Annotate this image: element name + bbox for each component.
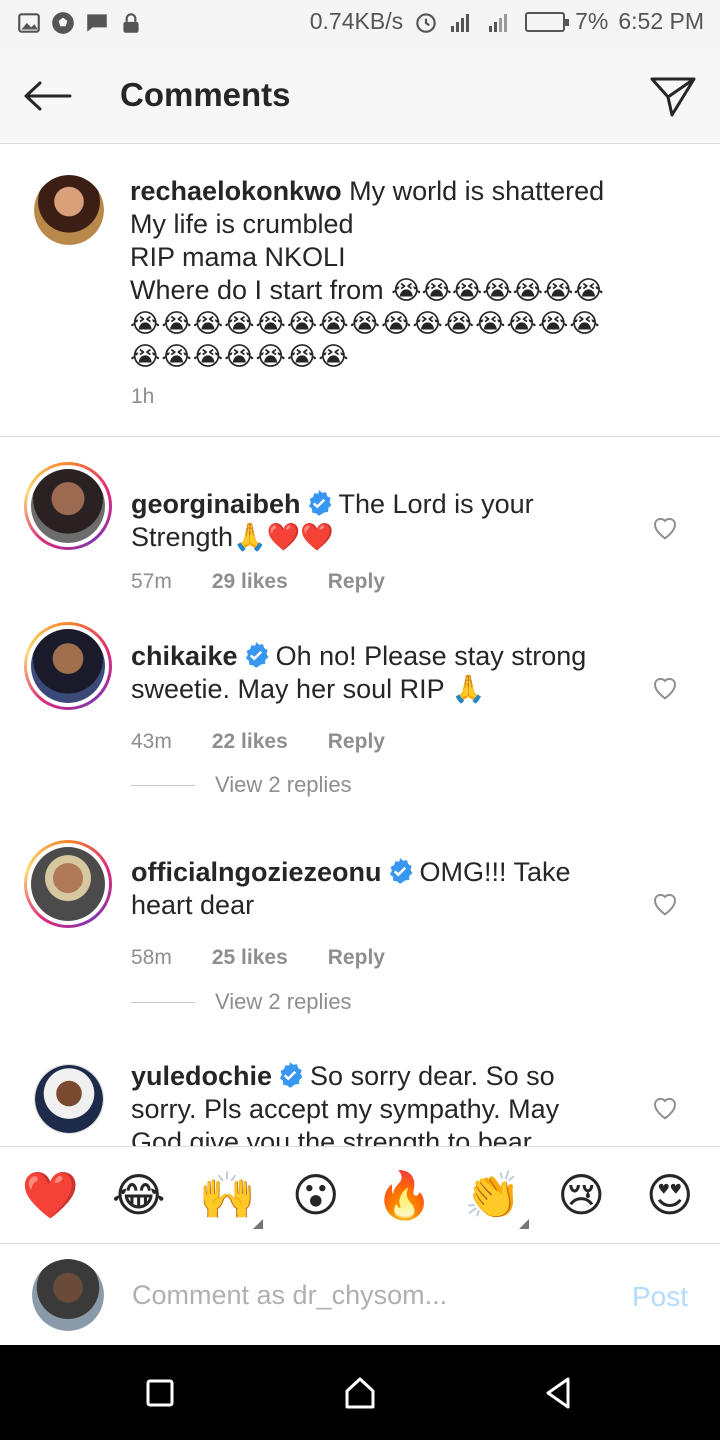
status-bar: 0.74KB/s 7% 6:52 PM bbox=[0, 0, 720, 48]
comment-time: 58m bbox=[131, 946, 172, 969]
page-title: Comments bbox=[120, 76, 291, 113]
signal-2-icon bbox=[489, 13, 508, 32]
message-icon bbox=[87, 14, 107, 32]
quick-emoji-raised-hands-glyph: 🙌 bbox=[198, 1168, 256, 1221]
avatar[interactable] bbox=[34, 1064, 104, 1134]
home-icon[interactable] bbox=[340, 1373, 380, 1413]
heart-icon[interactable] bbox=[650, 672, 680, 702]
comment-meta: 43m 22 likes Reply bbox=[131, 730, 385, 754]
quick-emoji-clap-glyph: 👏 bbox=[464, 1168, 522, 1221]
heart-icon[interactable] bbox=[650, 888, 680, 918]
heart-icon[interactable] bbox=[650, 512, 680, 542]
lock-icon bbox=[123, 13, 139, 33]
back-nav-icon[interactable] bbox=[538, 1373, 578, 1413]
quick-emoji-fire[interactable]: 🔥 bbox=[374, 1168, 434, 1223]
soccer-ball-icon bbox=[52, 12, 74, 34]
caption-emojis-3: 😭😭😭😭😭😭😭 bbox=[130, 341, 350, 371]
comment-list[interactable]: georginaibeh The Lord is your Strength🙏❤️… bbox=[0, 438, 720, 1146]
clock: 6:52 PM bbox=[618, 8, 704, 34]
quick-emoji-surprised[interactable]: 😮 bbox=[286, 1168, 346, 1222]
quick-emoji-heart[interactable]: ❤️ bbox=[20, 1168, 80, 1223]
comment-text: chikaike Oh no! Please stay strong sweeti… bbox=[131, 640, 611, 706]
recent-apps-icon[interactable] bbox=[140, 1373, 180, 1413]
quick-reaction-bar: ❤️ 😂 🙌 😮 🔥 👏 😢 😍 bbox=[0, 1146, 720, 1244]
comment-username[interactable]: georginaibeh bbox=[131, 489, 301, 519]
likes-count[interactable]: 25 likes bbox=[212, 946, 288, 970]
caption-text: rechaelokonkwo My world is shattered My … bbox=[130, 175, 690, 373]
verified-badge-icon bbox=[389, 858, 412, 884]
avatar[interactable] bbox=[34, 175, 104, 245]
avatar[interactable] bbox=[24, 622, 112, 710]
status-system-info: 0.74KB/s 7% 6:52 PM bbox=[310, 8, 704, 35]
view-replies-label: View 2 replies bbox=[215, 989, 352, 1014]
comment-item: officialngoziezeonu OMG!!! Take heart dea… bbox=[0, 840, 720, 990]
comment-username[interactable]: officialngoziezeonu bbox=[131, 857, 382, 887]
caption-time: 1h bbox=[131, 385, 155, 408]
likes-count[interactable]: 29 likes bbox=[212, 570, 288, 594]
view-replies-button[interactable]: View 2 replies bbox=[131, 989, 352, 1015]
comment-username[interactable]: chikaike bbox=[131, 641, 238, 671]
reply-button[interactable]: Reply bbox=[328, 946, 385, 970]
likes-count[interactable]: 22 likes bbox=[212, 730, 288, 754]
quick-emoji-heart-eyes[interactable]: 😍 bbox=[640, 1168, 700, 1222]
reply-button[interactable]: Reply bbox=[328, 730, 385, 754]
quick-emoji-cry[interactable]: 😢 bbox=[551, 1168, 611, 1222]
comment-input[interactable] bbox=[132, 1275, 592, 1315]
view-replies-label: View 2 replies bbox=[215, 772, 352, 797]
network-speed: 0.74KB/s bbox=[309, 8, 404, 34]
divider bbox=[131, 784, 195, 786]
avatar bbox=[32, 1259, 104, 1331]
comment-composer: Post bbox=[0, 1245, 720, 1345]
quick-emoji-laugh[interactable]: 😂 bbox=[109, 1168, 169, 1222]
caption-username[interactable]: rechaelokonkwo bbox=[130, 176, 342, 206]
status-notification-icons bbox=[16, 10, 144, 36]
caption-emojis-1: 😭😭😭😭😭😭😭 bbox=[391, 275, 604, 305]
post-button[interactable]: Post bbox=[632, 1281, 688, 1313]
comment-text: georginaibeh The Lord is your Strength🙏❤️… bbox=[131, 488, 611, 554]
alarm-icon bbox=[416, 12, 436, 33]
comment-item: yuledochie So sorry dear. So so sorry. Pl… bbox=[0, 1058, 720, 1146]
divider bbox=[131, 1001, 195, 1003]
view-replies-button[interactable]: View 2 replies bbox=[131, 772, 352, 798]
comment-text: officialngoziezeonu OMG!!! Take heart dea… bbox=[131, 856, 611, 922]
comment-item: georginaibeh The Lord is your Strength🙏❤️… bbox=[0, 462, 720, 612]
caption-emojis-2: 😭😭😭😭😭😭😭😭😭😭😭😭😭😭😭 bbox=[130, 308, 601, 338]
comment-time: 57m bbox=[131, 570, 172, 593]
verified-badge-icon bbox=[245, 642, 268, 668]
gallery-icon bbox=[18, 13, 40, 33]
post-caption: rechaelokonkwo My world is shattered My … bbox=[0, 145, 720, 437]
avatar[interactable] bbox=[24, 840, 112, 928]
skin-tone-indicator-icon bbox=[253, 1218, 264, 1229]
heart-icon[interactable] bbox=[650, 1092, 680, 1122]
quick-emoji-clap[interactable]: 👏 bbox=[463, 1168, 529, 1229]
reply-button[interactable]: Reply bbox=[328, 570, 385, 594]
skin-tone-indicator-icon bbox=[518, 1218, 529, 1229]
comment-item: chikaike Oh no! Please stay strong sweeti… bbox=[0, 622, 720, 772]
verified-badge-icon bbox=[280, 1062, 303, 1088]
comment-time: 43m bbox=[131, 730, 172, 753]
arrow-left-icon bbox=[24, 81, 72, 111]
comment-username[interactable]: yuledochie bbox=[131, 1061, 272, 1091]
battery-level: 7% bbox=[575, 8, 609, 34]
battery-icon bbox=[525, 11, 570, 32]
signal-icon bbox=[451, 13, 470, 32]
verified-badge-icon bbox=[308, 490, 331, 516]
comments-header: Comments bbox=[0, 48, 720, 144]
system-nav-bar bbox=[0, 1345, 720, 1440]
quick-emoji-raised-hands[interactable]: 🙌 bbox=[197, 1168, 264, 1229]
comment-text: yuledochie So sorry dear. So so sorry. Pl… bbox=[131, 1060, 611, 1146]
back-button[interactable] bbox=[18, 70, 76, 122]
comment-meta: 57m 29 likes Reply bbox=[131, 570, 385, 594]
comment-meta: 58m 25 likes Reply bbox=[131, 946, 385, 970]
share-button[interactable] bbox=[646, 70, 700, 124]
avatar[interactable] bbox=[24, 462, 112, 550]
send-icon bbox=[650, 77, 696, 117]
